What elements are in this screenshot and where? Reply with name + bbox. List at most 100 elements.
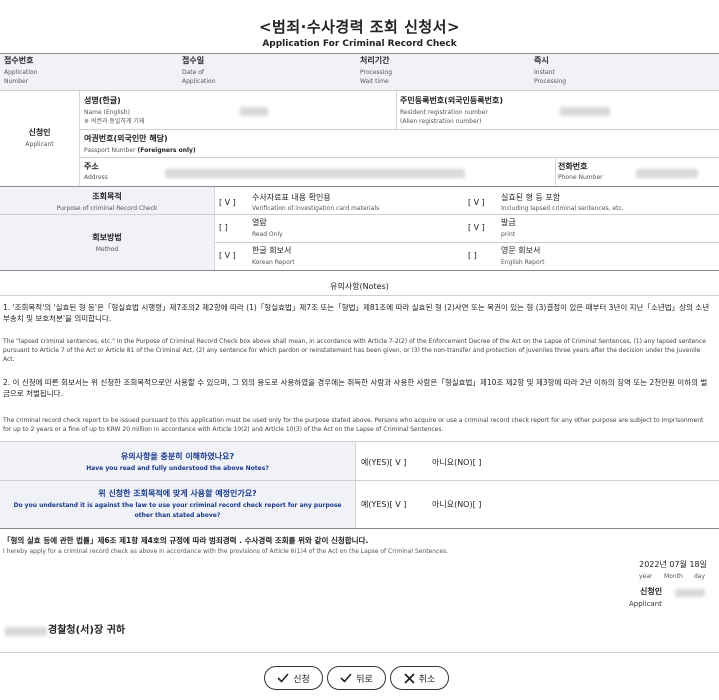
method-opt1-label-en: Read Only [252,231,283,238]
address-value-redacted [165,169,465,178]
purpose-opt1-label-en: Verification of investigation card mater… [252,205,380,212]
apply-button[interactable]: 신청 [264,666,323,690]
address-label: 주소 [84,162,99,171]
receipt-date-label-en: Date of [182,69,205,76]
method-bottom-rule [0,270,719,271]
form-subtitle: Application For Criminal Record Check [262,39,457,49]
address-label-en: Address [84,174,108,181]
date-month-label: Month [664,573,683,580]
question-2-yes[interactable]: 예(YES)[ V ] [361,500,406,510]
applicant-label-en: Applicant [25,141,54,148]
applicant-row1-rule [80,129,719,130]
header-top-rule [0,53,719,54]
check-icon [340,673,352,683]
method-opt2-checkbox[interactable]: [ V ] [468,223,485,233]
passport-label-en-bold: (Foreigners only) [137,147,196,154]
notes-heading-rule [0,295,719,296]
cancel-button-label: 취소 [418,674,436,685]
note-1-ko: 1. '조회목적'의 '실효된 형 등'은「형실효법 시행령」제7조의2 제2항… [3,303,710,323]
purpose-label-en: Purpose of criminal Record Check [56,205,158,212]
phone-label-en: Phone Number [558,174,603,181]
question-1-no[interactable]: 아니요(NO)[ ] [432,458,481,468]
question-1-yes[interactable]: 예(YES)[ V ] [361,458,406,468]
instant-label-en: Instant [534,69,555,76]
purpose-opt1-label: 수사자료표 내용 확인용 [252,193,331,202]
signer-label-en: Applicant [629,600,662,608]
declaration-bottom-rule [0,652,719,653]
close-icon [404,672,415,684]
check-icon [277,673,289,683]
rrn-value-redacted [560,107,610,116]
cancel-button[interactable]: 취소 [390,666,449,690]
passport-label-en-text: Passport Number [84,147,136,154]
purpose-opt2-checkbox[interactable]: [ V ] [468,198,485,208]
addressee: 경찰청(서)장 귀하 [48,625,126,636]
purpose-opt1-checkbox[interactable]: [ V ] [219,198,236,208]
phone-label: 전화번호 [558,162,588,171]
question-2-ko: 위 신청한 조회목적에 맞게 사용할 예정인가요? [98,489,257,498]
form-title: <범죄·수사경력 조회 신청서> [258,18,461,36]
questions-bottom-rule [0,528,719,529]
purpose-opt2-label-en: Including lapsed criminal sentences, etc… [501,205,624,212]
processing-time-label-en2: Wait time [360,78,389,85]
note-2-ko: 2. 이 신청에 따른 회보서는 위 신청한 조회목적으로만 사용할 수 있으며… [3,378,708,398]
processing-time-label: 처리기간 [360,56,390,65]
receipt-number-label: 접수번호 [4,56,34,65]
processing-time-label-en: Processing [360,69,393,76]
purpose-label: 조회목적 [92,192,122,201]
applicant-label: 신청인 [28,128,51,137]
date-year-label: year [639,573,653,580]
signer-value-redacted [675,589,705,597]
method-mid-rule [215,242,719,243]
questions-divider [355,442,356,528]
receipt-number-label-en2: Number [4,78,29,85]
method-opt3-checkbox[interactable]: [ V ] [219,251,236,261]
question-2-en: Do you understand it is against the law … [13,502,342,509]
header-bottom-rule [0,90,719,91]
method-opt2-label: 발급 [501,218,516,227]
purpose-opt2-label: 실효된 형 등 포함 [501,193,561,202]
notes-heading: 유의사항(Notes) [330,282,389,291]
receipt-date-label: 접수일 [182,56,205,65]
name-label: 성명(한글) [84,96,121,105]
declaration-ko: 「형의 실효 등에 관한 법률」제6조 제1항 제4호의 규정에 따라 범죄경력… [3,536,369,545]
criminal-record-application-page: <범죄·수사경력 조회 신청서> Application For Crimina… [0,0,719,700]
method-opt4-label-en: English Report [501,259,545,266]
phone-divider [555,158,556,185]
instant-label: 즉시 [534,56,549,65]
passport-label-en: Passport Number (Foreigners only) [84,147,196,155]
method-opt1-label: 열람 [252,218,267,227]
receipt-date-label-en2: Application [182,78,216,85]
back-button-label: 뒤로 [356,674,373,685]
signer-label: 신청인 [640,587,663,596]
rrn-label-en2: (Alien registration number) [400,118,482,125]
method-opt3-label-en: Korean Report [252,259,295,266]
name-note: ※ 여권과 동일하게 기재 [84,118,145,125]
instant-label-en2: Processing [534,78,567,85]
method-opt2-label-en: print [501,231,516,238]
addressee-redacted [5,627,47,636]
note-1-en: The "lapsed criminal sentences, etc." in… [3,338,706,363]
purpose-divider [214,187,215,270]
rrn-label-en: Resident registration number [400,109,488,116]
question-2-no[interactable]: 아니요(NO)[ ] [432,500,481,510]
question-1-rule [0,480,719,481]
back-button[interactable]: 뒤로 [327,666,386,690]
question-1-ko: 유의사항을 충분히 이해하였나요? [120,452,235,461]
passport-label: 여권번호(외국인만 해당) [84,134,168,143]
action-bar: 신청 뒤로 취소 [0,664,719,694]
receipt-number-label-en: Application [4,69,38,76]
phone-value-redacted [636,169,698,178]
name-label-en: Name (English) [84,109,130,116]
note-2-en: The criminal record check report to be i… [3,417,704,433]
method-opt4-checkbox[interactable]: [ ] [468,251,477,261]
method-opt3-label: 한글 회보서 [252,246,292,255]
applicant-divider [79,91,80,185]
method-opt1-checkbox[interactable]: [ ] [219,223,228,233]
declaration-en: I hereby apply for a criminal record che… [3,548,449,555]
question-2-en2: other than stated above? [134,512,221,519]
apply-button-label: 신청 [293,674,310,685]
name-value-redacted [240,107,268,116]
rrn-label: 주민등록번호(외국인등록번호) [400,96,503,105]
method-label-en: Method [95,246,119,253]
